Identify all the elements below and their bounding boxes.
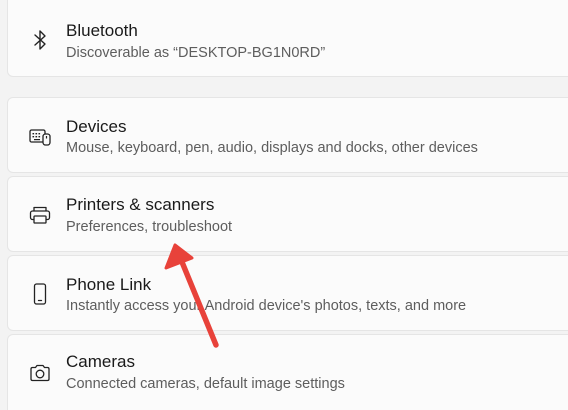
settings-item-title: Bluetooth <box>66 21 138 40</box>
settings-item-subtitle: Mouse, keyboard, pen, audio, displays an… <box>66 140 478 156</box>
settings-item-subtitle: Connected cameras, default image setting… <box>66 376 345 392</box>
settings-item-cameras[interactable]: Cameras Connected cameras, default image… <box>7 334 568 410</box>
settings-item-devices[interactable]: Devices Mouse, keyboard, pen, audio, dis… <box>7 97 568 173</box>
settings-item-title: Cameras <box>66 352 135 371</box>
camera-icon <box>28 361 52 385</box>
settings-item-title: Printers & scanners <box>66 195 215 214</box>
settings-item-bluetooth[interactable]: Bluetooth Discoverable as “DESKTOP-BG1N0… <box>7 0 568 77</box>
printer-icon <box>28 203 52 227</box>
settings-item-phone-link[interactable]: Phone Link Instantly access your Android… <box>7 255 568 331</box>
settings-item-title: Devices <box>66 117 127 136</box>
settings-item-subtitle: Discoverable as “DESKTOP-BG1N0RD” <box>66 45 326 61</box>
phone-icon <box>28 282 52 306</box>
bluetooth-icon <box>28 28 52 52</box>
settings-item-printers-scanners[interactable]: Printers & scanners Preferences, trouble… <box>7 176 568 252</box>
settings-item-title: Phone Link <box>66 275 152 294</box>
settings-page: Bluetooth Discoverable as “DESKTOP-BG1N0… <box>0 0 568 410</box>
settings-item-subtitle: Instantly access your Android device's p… <box>66 298 467 314</box>
settings-item-subtitle: Preferences, troubleshoot <box>66 219 233 235</box>
devices-icon <box>28 125 52 149</box>
